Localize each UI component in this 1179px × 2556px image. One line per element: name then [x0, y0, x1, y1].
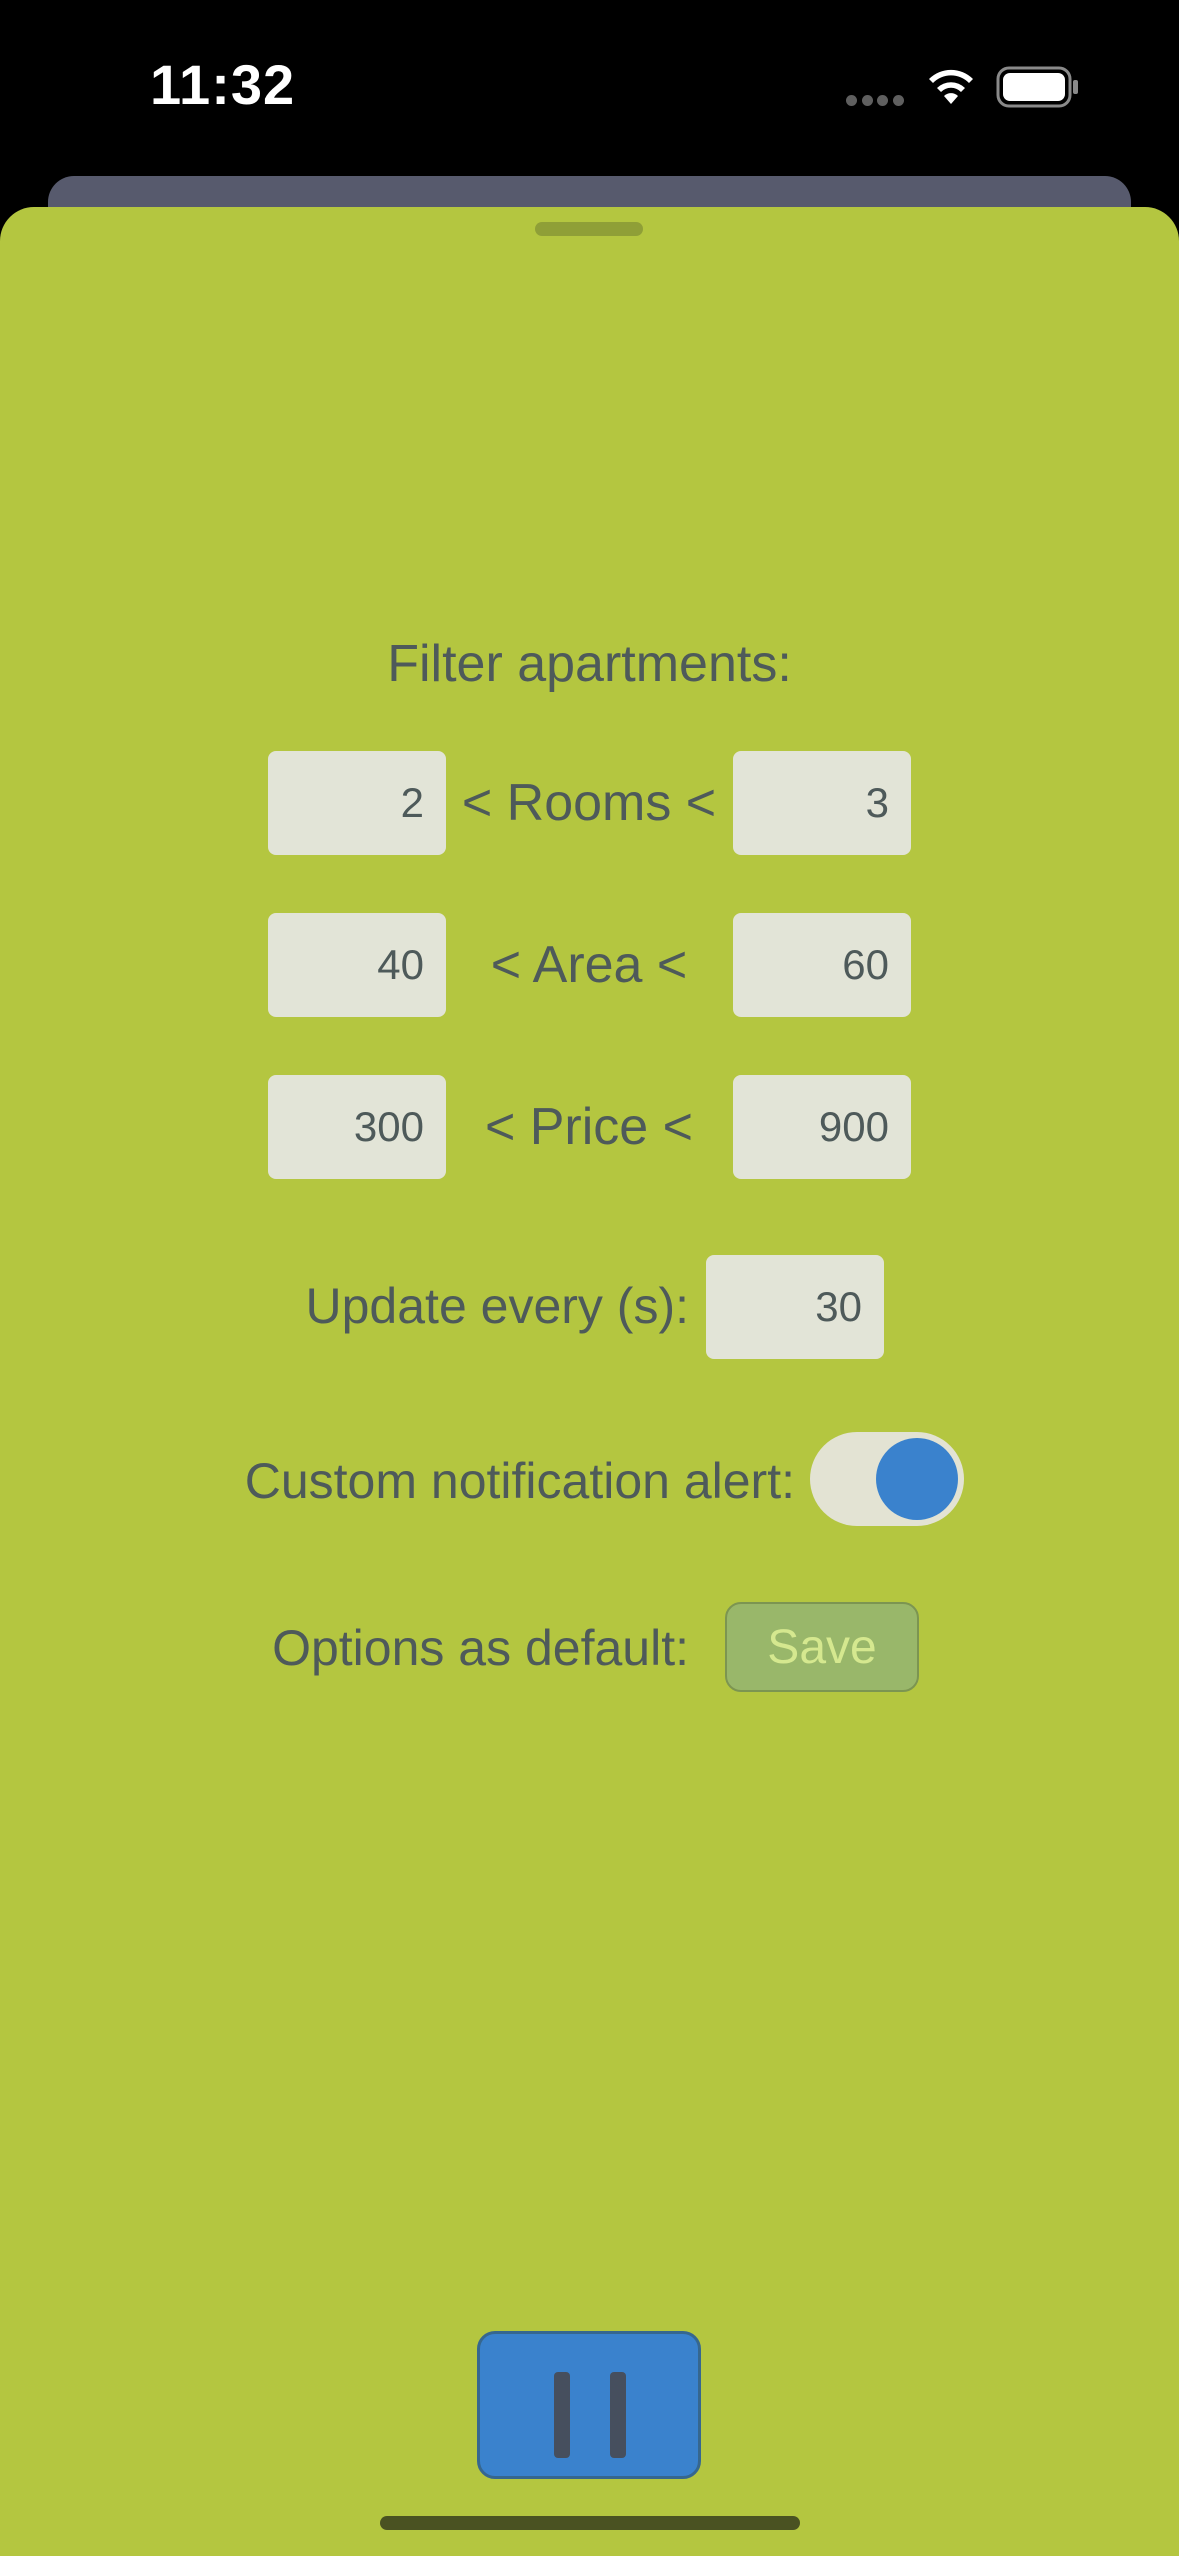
update-interval-label: Update every (s): [305, 1278, 689, 1334]
notification-toggle[interactable] [810, 1432, 964, 1526]
notification-label: Custom notification alert: [244, 1453, 795, 1509]
status-time: 11:32 [150, 53, 296, 116]
filter-title: Filter apartments: [387, 635, 792, 693]
toggle-knob [876, 1438, 958, 1520]
update-interval-input[interactable]: 30 [706, 1255, 884, 1359]
signal-dots-icon [846, 95, 904, 107]
area-max-input[interactable]: 60 [733, 913, 911, 1017]
area-min-input[interactable]: 40 [268, 913, 446, 1017]
price-min-input[interactable]: 300 [268, 1075, 446, 1179]
defaults-label: Options as default: [272, 1620, 689, 1676]
status-bar: 11:32 [0, 0, 1179, 175]
settings-sheet [0, 207, 1179, 2556]
price-max-input[interactable]: 900 [733, 1075, 911, 1179]
area-label: < Area < [490, 936, 688, 994]
pause-button[interactable] [477, 2331, 701, 2479]
home-indicator [380, 2516, 800, 2530]
sheet-grabber[interactable] [535, 222, 643, 236]
rooms-min-input[interactable]: 2 [268, 751, 446, 855]
battery-icon [996, 66, 1078, 108]
price-label: < Price < [484, 1098, 694, 1156]
save-button[interactable]: Save [725, 1602, 919, 1692]
rooms-label: < Rooms < [461, 774, 717, 832]
rooms-max-input[interactable]: 3 [733, 751, 911, 855]
wifi-icon [929, 69, 973, 104]
